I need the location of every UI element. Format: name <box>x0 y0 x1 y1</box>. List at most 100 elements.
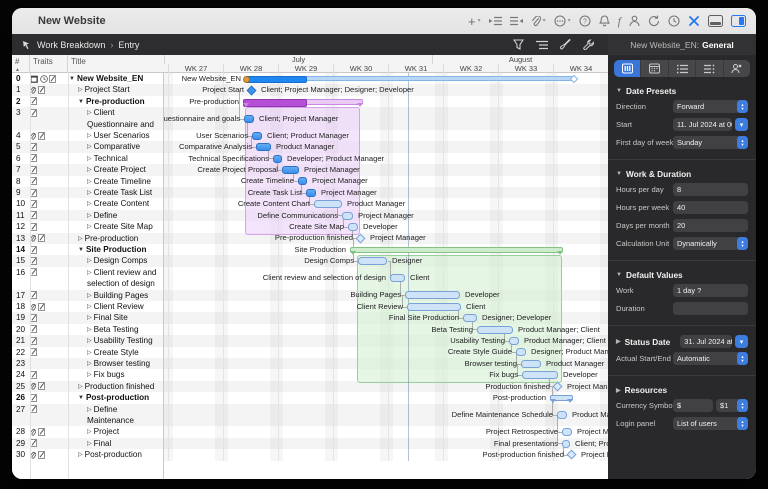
attach-icon[interactable]: ▾ <box>531 16 546 27</box>
task-title[interactable]: ▷Building Pages <box>68 290 164 301</box>
first-day-of-week-select[interactable]: Sunday▴▾ <box>673 136 748 149</box>
task-title[interactable]: ▷Create Task List <box>68 187 164 198</box>
sync-icon[interactable] <box>648 15 660 27</box>
inspector-tab-general[interactable] <box>614 60 641 77</box>
disclosure-closed-icon[interactable]: ▷ <box>87 291 92 301</box>
task-title[interactable]: ▷User Scenarios <box>68 130 164 141</box>
gantt-bar-task[interactable] <box>314 200 342 208</box>
task-title[interactable]: ▷Define Communications <box>68 210 164 221</box>
function-icon[interactable]: f <box>618 15 621 27</box>
disclosure-open-icon[interactable]: ▼ <box>78 393 84 403</box>
disclosure-open-icon[interactable]: ▼ <box>78 245 84 255</box>
disclosure-closed-icon[interactable]: ▷ <box>87 108 92 119</box>
login-panel-select[interactable]: List of users▴▾ <box>673 417 748 430</box>
gantt-bar-task[interactable] <box>298 177 307 185</box>
gantt-bar-task[interactable] <box>509 337 519 345</box>
task-title[interactable]: ▷Define Maintenance Schedule <box>68 404 164 427</box>
milestone-diamond[interactable] <box>247 85 257 95</box>
inspector-tab-calendar[interactable] <box>641 60 668 77</box>
task-title[interactable]: ▷Client Questionnaire and goals <box>68 107 164 130</box>
gantt-bar-task[interactable] <box>463 314 477 322</box>
milestone-diamond[interactable] <box>567 450 577 460</box>
filter-icon[interactable] <box>513 39 524 50</box>
task-title[interactable]: ▷Pre-production finished <box>68 233 164 244</box>
section-header-status-date[interactable]: ▶Status Date31. Jul 2024 at 00:00▾ <box>616 335 748 348</box>
gantt-bar-task[interactable] <box>562 440 570 448</box>
task-title[interactable]: ▷Project Retrospective <box>68 426 164 437</box>
gantt-bar-task[interactable] <box>306 189 316 197</box>
disclosure-closed-icon[interactable]: ▷ <box>78 85 83 95</box>
gantt-bar-group[interactable] <box>550 395 573 401</box>
task-title[interactable]: ▷Comparative Analysis <box>68 141 164 152</box>
add-task-icon[interactable]: +▾ <box>468 15 481 28</box>
disclosure-closed-icon[interactable]: ▷ <box>87 222 92 232</box>
gantt-bar-task[interactable] <box>557 411 567 419</box>
section-header-work-duration[interactable]: ▼Work & Duration <box>616 169 748 179</box>
gantt-bar-task[interactable] <box>342 212 353 220</box>
inspector-tab-values[interactable] <box>696 60 723 77</box>
breadcrumb-view[interactable]: Work Breakdown <box>37 40 105 50</box>
disclosure-closed-icon[interactable]: ▷ <box>78 234 83 244</box>
task-title[interactable]: ▷Create Style Guide <box>68 347 164 358</box>
notifications-icon[interactable] <box>599 15 610 27</box>
task-title[interactable]: ▷Production finished <box>68 381 164 392</box>
currency-input[interactable]: $ <box>673 399 713 412</box>
work-input[interactable]: 1 day ? <box>673 284 748 297</box>
gantt-bar-project[interactable] <box>245 76 574 81</box>
gantt-bar-group[interactable] <box>350 247 563 253</box>
disclosure-closed-icon[interactable]: ▷ <box>87 427 92 437</box>
task-title[interactable]: ▼Pre-production <box>68 96 164 107</box>
task-title[interactable]: ▷Beta Testing <box>68 324 164 335</box>
disclosure-closed-icon[interactable]: ▷ <box>87 165 92 175</box>
task-title[interactable]: ▷Usability Testing <box>68 335 164 346</box>
outline-view-icon[interactable] <box>536 40 548 50</box>
hours-per-week-input[interactable]: 40 <box>673 201 748 214</box>
toggle-right-panel-icon[interactable] <box>731 15 746 27</box>
task-title[interactable]: ▷Browser testing <box>68 358 164 369</box>
history-icon[interactable] <box>668 15 680 27</box>
task-title[interactable]: ▷Final presentations <box>68 438 164 449</box>
task-title[interactable]: ▷Design Comps <box>68 255 164 266</box>
disclosure-closed-icon[interactable]: ▷ <box>87 188 92 198</box>
disclosure-closed-icon[interactable]: ▷ <box>87 142 92 152</box>
task-title[interactable]: ▷Technical Specifications <box>68 153 164 164</box>
more-actions-icon[interactable]: ▾ <box>554 15 571 27</box>
disclosure-closed-icon[interactable]: ▷ <box>87 439 92 449</box>
calculation-unit-select[interactable]: Dynamically▴▾ <box>673 237 748 250</box>
gantt-bar-task[interactable] <box>256 143 271 151</box>
date-picker-button[interactable]: ▾ <box>735 335 748 348</box>
task-title[interactable]: ▷Client review and selection of design <box>68 267 164 290</box>
date-field[interactable]: 31. Jul 2024 at 00:00 <box>680 335 732 348</box>
disclosure-closed-icon[interactable]: ▷ <box>87 268 92 279</box>
date-picker-button[interactable]: ▾ <box>735 118 748 131</box>
days-per-month-input[interactable]: 20 <box>673 219 748 232</box>
task-title[interactable]: ▷Create Project Proposal <box>68 164 164 175</box>
gantt-bar-task[interactable] <box>522 371 558 379</box>
gantt-bar-task[interactable] <box>516 348 526 356</box>
inspector-tab-outline[interactable] <box>669 60 696 77</box>
date-field[interactable]: 11. Jul 2024 at 00:00 <box>673 118 732 131</box>
task-title[interactable]: ▷Create Timeline <box>68 176 164 187</box>
gantt-bar-task[interactable] <box>390 274 405 282</box>
gantt-bar-task[interactable] <box>252 132 262 140</box>
duration-input[interactable] <box>673 302 748 315</box>
section-header-resources[interactable]: ▶Resources <box>616 385 748 395</box>
gantt-bar-task[interactable] <box>562 428 572 436</box>
gantt-bar-task[interactable] <box>273 155 282 163</box>
column-header-traits[interactable]: Traits <box>30 55 68 73</box>
disclosure-closed-icon[interactable]: ▷ <box>87 325 92 335</box>
style-brush-icon[interactable] <box>560 39 571 50</box>
disclosure-closed-icon[interactable]: ▷ <box>87 256 92 266</box>
gantt-bar-task[interactable] <box>244 115 254 123</box>
outdent-icon[interactable] <box>510 16 523 26</box>
disclosure-closed-icon[interactable]: ▷ <box>87 370 92 380</box>
gantt-bar-task[interactable] <box>477 326 513 334</box>
task-title[interactable]: ▼Post-production <box>68 392 164 403</box>
task-title[interactable]: ▷Final Site Production <box>68 312 164 323</box>
gantt-bar-task[interactable] <box>405 291 460 299</box>
task-title[interactable]: ▷Client Review <box>68 301 164 312</box>
task-title[interactable]: ▼New Website_EN <box>68 73 164 84</box>
gantt-bar-task[interactable] <box>521 360 541 368</box>
task-title[interactable]: ▼Site Production <box>68 244 164 255</box>
disclosure-closed-icon[interactable]: ▷ <box>87 359 92 369</box>
